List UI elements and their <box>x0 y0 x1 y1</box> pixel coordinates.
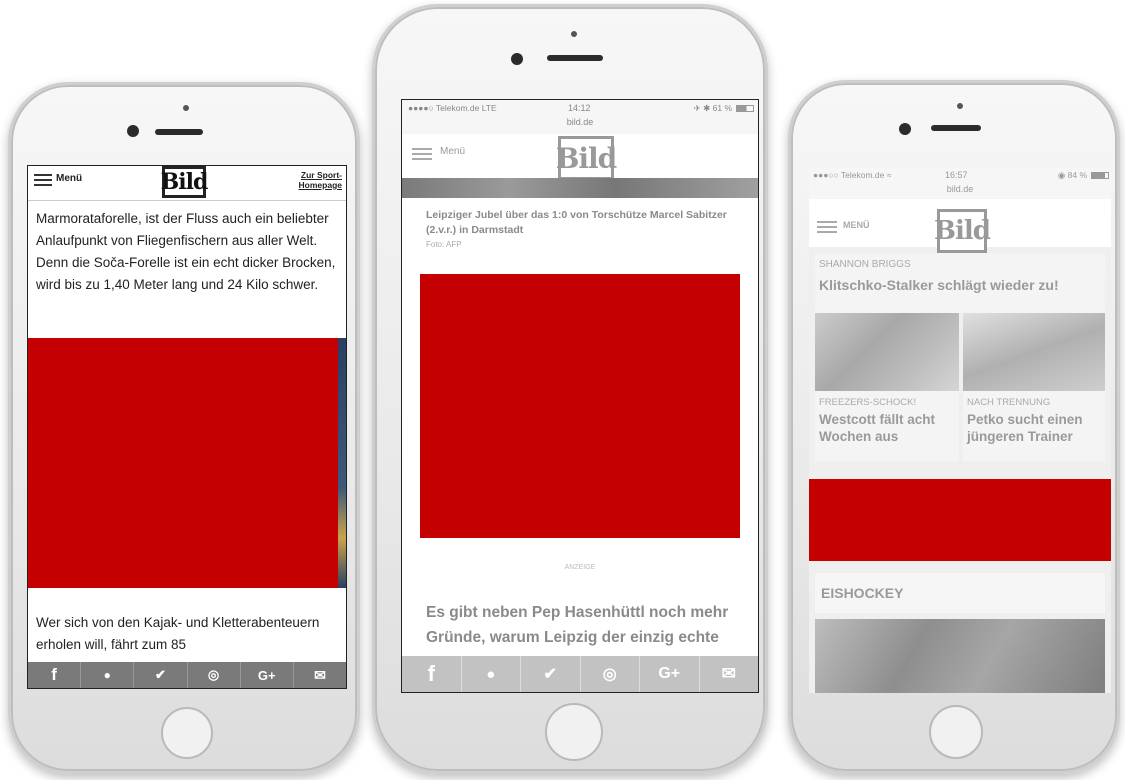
front-camera <box>127 125 139 137</box>
section-image <box>815 619 1105 693</box>
clock-text: 16:57 <box>945 170 968 180</box>
screen-center: ●●●●○ Telekom.de LTE 14:12 ✈ ✱ 61 % bild… <box>401 99 759 693</box>
clock-text: 14:12 <box>568 103 591 113</box>
hamburger-icon <box>412 148 432 163</box>
article-headline: Es gibt neben Pep Hasenhüttl noch mehr G… <box>426 604 729 646</box>
home-button[interactable] <box>545 703 603 761</box>
battery-text: ◉ 84 % <box>1057 170 1087 180</box>
front-camera <box>899 123 911 135</box>
status-bar: ●●●○○ Telekom.de ≈ 16:57 ◉ 84 % bild.de <box>809 167 1111 199</box>
carrier-text: ●●●○○ Telekom.de ≈ <box>813 170 892 180</box>
proximity-sensor <box>183 105 189 111</box>
twitter-share-button[interactable]: ✔ <box>134 662 188 688</box>
bild-logo[interactable]: Bild <box>934 209 991 253</box>
email-share-button[interactable]: ✉ <box>294 662 346 688</box>
screen-right: ●●●○○ Telekom.de ≈ 16:57 ◉ 84 % bild.de … <box>809 167 1111 693</box>
story-kicker: SHANNON BRIGGS <box>819 259 911 270</box>
facebook-share-button[interactable]: f <box>402 656 462 692</box>
url-text[interactable]: bild.de <box>809 184 1111 194</box>
story-title: Westcott fällt acht Wochen aus <box>819 412 936 444</box>
googleplus-share-button[interactable]: G+ <box>241 662 294 688</box>
sport-homepage-link[interactable]: Zur Sport- Homepage <box>286 170 342 190</box>
speaker-grille <box>547 55 603 61</box>
whatsapp-share-button[interactable]: ◎ <box>188 662 241 688</box>
hamburger-icon <box>34 174 52 189</box>
url-text[interactable]: bild.de <box>402 117 758 127</box>
share-bar: f ● ✔ ◎ G+ ✉ <box>28 662 346 688</box>
front-camera <box>511 53 523 65</box>
story-title: Klitschko-Stalker schlägt wieder zu! <box>819 277 1059 293</box>
section-title: EISHOCKEY <box>821 585 904 601</box>
hamburger-icon <box>817 221 837 236</box>
image-caption: Leipziger Jubel über das 1:0 von Torschü… <box>426 209 727 236</box>
carrier-text: ●●●●○ Telekom.de LTE <box>408 103 497 113</box>
bild-logo[interactable]: Bild <box>161 166 208 198</box>
story-tile[interactable]: SHANNON BRIGGS Klitschko-Stalker schlägt… <box>815 253 1105 313</box>
battery-text: ✈ ✱ 61 % <box>693 103 732 113</box>
email-share-button[interactable]: ✉ <box>700 656 759 692</box>
googleplus-share-button[interactable]: G+ <box>640 656 700 692</box>
menu-label: MENÜ <box>843 220 870 230</box>
ad-placeholder[interactable] <box>809 479 1111 561</box>
whatsapp-share-button[interactable]: ◎ <box>581 656 640 692</box>
article-paragraph-2: Wer sich von den Kajak- und Kletterabent… <box>36 615 320 652</box>
proximity-sensor <box>957 103 963 109</box>
section-header[interactable]: EISHOCKEY <box>815 573 1105 613</box>
bild-logo[interactable]: Bild <box>556 136 617 180</box>
menu-label: Menü <box>440 146 466 157</box>
article-paragraph: Marmorataforelle, ist der Fluss auch ein… <box>36 211 336 292</box>
ad-placeholder[interactable] <box>420 274 740 538</box>
screen-left: Menü Bild Zur Sport- Homepage Marmorataf… <box>27 165 347 689</box>
stage: Menü Bild Zur Sport- Homepage Marmorataf… <box>0 0 1125 780</box>
story-title: Petko sucht einen jüngeren Trainer <box>967 412 1083 444</box>
home-button[interactable] <box>929 705 983 759</box>
battery-icon <box>1091 172 1109 179</box>
phone-right: ●●●○○ Telekom.de ≈ 16:57 ◉ 84 % bild.de … <box>788 80 1120 774</box>
phone-center: ●●●●○ Telekom.de LTE 14:12 ✈ ✱ 61 % bild… <box>372 4 768 774</box>
messenger-share-button[interactable]: ● <box>462 656 521 692</box>
phone-left: Menü Bild Zur Sport- Homepage Marmorataf… <box>8 82 360 774</box>
facebook-share-button[interactable]: f <box>28 662 82 688</box>
status-bar: ●●●●○ Telekom.de LTE 14:12 ✈ ✱ 61 % bild… <box>402 100 758 134</box>
battery-icon <box>736 105 754 112</box>
side-image-strip <box>338 338 346 588</box>
proximity-sensor <box>571 31 577 37</box>
photo-credit: Foto: AFP <box>426 240 462 249</box>
speaker-grille <box>931 125 981 131</box>
speaker-grille <box>155 129 203 135</box>
story-kicker: FREEZERS-SCHOCK! <box>819 397 917 408</box>
share-bar: f ● ✔ ◎ G+ ✉ <box>402 656 758 692</box>
story-image <box>963 313 1105 391</box>
story-image <box>815 313 959 391</box>
ad-placeholder[interactable] <box>28 338 340 588</box>
home-button[interactable] <box>161 707 213 759</box>
twitter-share-button[interactable]: ✔ <box>521 656 581 692</box>
story-tile[interactable]: FREEZERS-SCHOCK! Westcott fällt acht Woc… <box>815 391 959 461</box>
ad-label: ANZEIGE <box>564 564 596 571</box>
menu-label: Menü <box>56 173 83 184</box>
messenger-share-button[interactable]: ● <box>81 662 135 688</box>
story-kicker: NACH TRENNUNG <box>967 397 1051 408</box>
article-image-strip <box>402 178 758 198</box>
story-tile[interactable]: NACH TRENNUNG Petko sucht einen jüngeren… <box>963 391 1105 461</box>
header-divider <box>28 200 346 201</box>
